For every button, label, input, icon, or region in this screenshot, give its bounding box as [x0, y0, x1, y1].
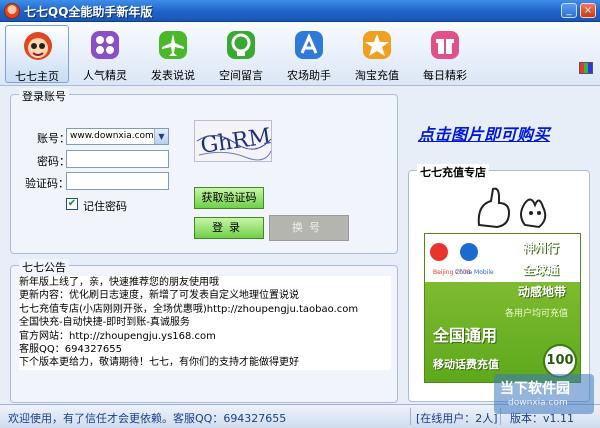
watermark-sub: downxia.com — [508, 398, 568, 408]
site-watermark: 当下软件园 downxia.com — [494, 374, 594, 414]
announcement-line: 新年版上线了，亲，快速推荐您的朋友使用哦 — [19, 277, 219, 288]
announcement-line: 七七充值专店(小店刚刚开张，全场优惠哦)http://zhoupengju.ta… — [19, 303, 359, 315]
gift-icon — [429, 29, 461, 61]
toolbar-item-label: 空间留言 — [219, 69, 263, 82]
remember-password-checkbox[interactable]: ✔ — [66, 198, 78, 210]
toolbar-item-label: 淘宝充值 — [355, 69, 399, 82]
recharge-shop-group: 七七充值专店 Beijing 2008 China Mobile 神州行 全球通… — [408, 164, 590, 402]
announcement-line: 全国快充-自动快捷-即时到账-真诚服务 — [19, 317, 190, 329]
toolbar-item-popularity[interactable]: 人气精灵 — [73, 25, 137, 83]
title-bar: 七七QQ全能助手新年版 _ × — [0, 0, 600, 22]
card-line-mobile-recharge: 移动话费充值 — [433, 358, 499, 371]
star-icon — [361, 29, 393, 61]
recharge-shop-title: 七七充值专店 — [417, 164, 489, 180]
minimize-button[interactable]: _ — [561, 3, 577, 18]
switch-account-button[interactable]: 换号 — [269, 215, 349, 241]
toolbar-item-label: 七七主页 — [15, 70, 59, 83]
watermark-text: 当下软件园 — [500, 381, 570, 397]
login-group: 登录账号 账号： www.downxia.com ▼ 密码： 验证码： GhRM… — [10, 88, 398, 254]
skin-palette-icon[interactable] — [579, 62, 593, 74]
dice-icon — [89, 29, 121, 61]
account-select[interactable]: www.downxia.com ▼ — [66, 128, 169, 145]
login-button[interactable]: 登录 — [194, 217, 264, 239]
announcement-group: 七七公告 新年版上线了，亲，快速推荐您的朋友使用哦 更新内容：优化刷日志速度，新… — [10, 259, 398, 403]
qiqi-avatar-icon — [22, 30, 54, 62]
toolbar-item-label: 人气精灵 — [83, 69, 127, 82]
main-toolbar: 七七主页 人气精灵 发表说说 空间留言 农场助手 淘宝充值 每日精彩 — [0, 22, 600, 86]
remember-password-label: 记住密码 — [83, 200, 127, 213]
card-line-shenzhouxing: 神州行 — [523, 241, 560, 255]
toolbar-item-daily-highlights[interactable]: 每日精彩 — [413, 25, 477, 83]
airplane-icon — [157, 29, 189, 61]
password-field[interactable] — [66, 150, 169, 168]
card-line-quanqiutong: 全球通 — [523, 263, 560, 277]
chat-bubble-icon — [225, 29, 257, 61]
status-online-users: [在线用户：2人] — [416, 412, 498, 425]
announcement-line: 客服QQ：694327655 — [19, 344, 123, 356]
status-separator — [410, 408, 411, 425]
recharge-card-image[interactable]: Beijing 2008 China Mobile 神州行 全球通 动感地带 各… — [424, 233, 581, 383]
announcement-line: 更新内容：优化刷日志速度，新增了可发表自定义地理位置说说 — [19, 290, 299, 302]
announcement-text: 新年版上线了，亲，快速推荐您的朋友使用哦 更新内容：优化刷日志速度，新增了可发表… — [19, 276, 391, 370]
announcement-line: 官方网站：http://zhoupengju.ys168.com — [19, 330, 216, 342]
card-amount-badge: 100 — [543, 344, 577, 378]
captcha-field[interactable] — [66, 172, 169, 190]
svg-text:China Mobile: China Mobile — [455, 269, 494, 276]
announcement-line: 下个版本更给力，敬请期待！七七，有你们的支持才能做得更好 — [19, 357, 299, 369]
get-captcha-button[interactable]: 获取验证码 — [194, 187, 264, 209]
status-welcome: 欢迎使用，有了信任才会更依赖。客服QQ：694327655 — [8, 412, 287, 425]
card-line-all-users: 各用户均可充值 — [505, 309, 569, 319]
window-title: 七七QQ全能助手新年版 — [24, 5, 153, 19]
login-group-title: 登录账号 — [19, 88, 69, 104]
toolbar-item-farm-helper[interactable]: 农场助手 — [277, 25, 341, 83]
toolbar-item-label: 每日精彩 — [423, 69, 467, 82]
thumbs-up-mascot-icon — [469, 185, 559, 231]
close-button[interactable]: × — [580, 3, 596, 18]
captcha-label: 验证码： — [25, 177, 69, 190]
toolbar-item-post-status[interactable]: 发表说说 — [141, 25, 205, 83]
captcha-image[interactable]: GhRM — [194, 120, 273, 162]
app-store-icon — [293, 29, 325, 61]
toolbar-item-home[interactable]: 七七主页 — [5, 25, 69, 83]
toolbar-item-label: 农场助手 — [287, 69, 331, 82]
card-line-nationwide: 全国通用 — [433, 326, 498, 345]
toolbar-item-space-message[interactable]: 空间留言 — [209, 25, 273, 83]
card-line-donggandidai: 动感地带 — [518, 285, 567, 299]
account-value: www.downxia.com — [70, 131, 154, 141]
chevron-down-icon[interactable]: ▼ — [154, 129, 168, 144]
app-logo-icon — [4, 3, 20, 19]
announcement-title: 七七公告 — [19, 259, 69, 275]
buy-promo-link[interactable]: 点击图片即可购买 — [418, 121, 550, 145]
toolbar-item-taobao-recharge[interactable]: 淘宝充值 — [345, 25, 409, 83]
toolbar-item-label: 发表说说 — [151, 69, 195, 82]
